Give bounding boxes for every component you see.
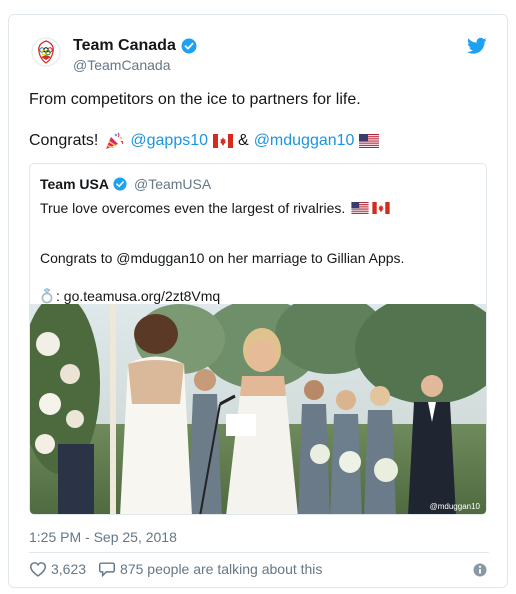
quoted-tweet[interactable]: Team USA @TeamUSA True love overcomes ev… xyxy=(29,163,487,515)
tweet-timestamp[interactable]: 1:25 PM - Sep 25, 2018 xyxy=(29,529,177,545)
usa-flag-icon xyxy=(359,134,380,148)
usa-flag-icon xyxy=(351,202,369,214)
ampersand-text: & xyxy=(238,132,249,149)
tweet-text-line2: Congrats! @gapps10 & @mduggan10 xyxy=(29,132,384,150)
team-canada-logo[interactable] xyxy=(31,37,61,67)
twitter-bird-icon[interactable] xyxy=(467,37,487,55)
mention-gapps10[interactable]: @gapps10 xyxy=(130,132,208,150)
photo-credit: @mduggan10 xyxy=(429,502,480,511)
congrats-text: Congrats! xyxy=(29,132,99,149)
verified-badge-icon xyxy=(181,38,197,54)
party-popper-icon xyxy=(106,132,124,149)
tweet-actions: 3,623 875 people are talking about this xyxy=(29,561,322,577)
quoted-handle[interactable]: @TeamUSA xyxy=(134,176,211,192)
wedding-photo[interactable] xyxy=(30,304,487,515)
verified-badge-icon xyxy=(113,177,127,191)
quoted-display-name[interactable]: Team USA xyxy=(40,176,109,192)
heart-icon[interactable] xyxy=(29,561,47,577)
canada-flag-icon xyxy=(213,134,234,148)
footer-divider xyxy=(29,552,489,553)
quoted-text-line2: Congrats to @mduggan10 on her marriage t… xyxy=(40,250,405,266)
quoted-line1-text: True love overcomes even the largest of … xyxy=(40,200,346,216)
talking-count[interactable]: 875 people are talking about this xyxy=(120,561,322,577)
user-handle[interactable]: @TeamCanada xyxy=(73,57,171,73)
info-icon[interactable] xyxy=(473,563,487,577)
quoted-text-line1: True love overcomes even the largest of … xyxy=(40,200,391,216)
tweet-card: Team Canada @TeamCanada From competitors… xyxy=(8,14,508,588)
tweet-text-line1: From competitors on the ice to partners … xyxy=(29,91,361,108)
quoted-link[interactable]: : go.teamusa.org/2zt8Vmq xyxy=(56,288,220,304)
like-count[interactable]: 3,623 xyxy=(51,561,86,577)
display-name[interactable]: Team Canada xyxy=(73,37,176,55)
mention-mduggan10[interactable]: @mduggan10 xyxy=(254,132,355,150)
reply-bubble-icon[interactable] xyxy=(98,561,116,577)
quoted-link-line: : go.teamusa.org/2zt8Vmq xyxy=(40,288,220,304)
ring-icon xyxy=(41,288,53,304)
canada-flag-icon xyxy=(372,202,391,214)
